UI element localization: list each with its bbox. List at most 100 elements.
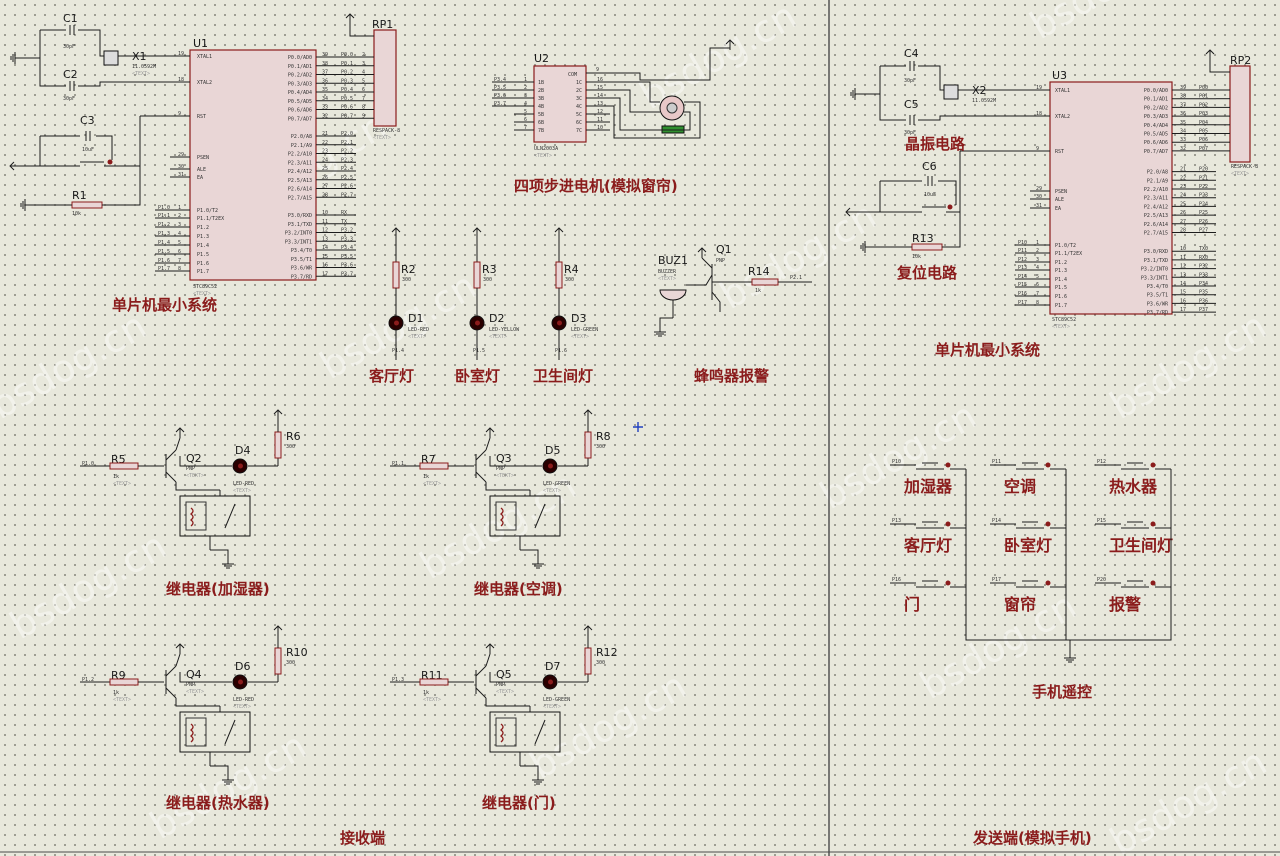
switch-contact [945, 521, 951, 527]
schematic-canvas[interactable]: bsdog.cn bsdog.cn bsdog.cn bsdog.cn bsdo… [0, 0, 1280, 856]
pin-label: P0.5/AD5 [288, 99, 312, 105]
sender-mcu-title: 单片机最小系统 [935, 341, 1040, 359]
wire [78, 81, 170, 87]
pin-label: XTAL2 [1055, 114, 1070, 120]
transistor-ref: Q3 [496, 452, 512, 465]
resistor-body [419, 462, 449, 470]
placeholder-text: <TEXT> [186, 473, 204, 479]
remote-button-7[interactable]: P16 门 [890, 577, 966, 614]
stepper-shaft [666, 102, 678, 114]
pin-label: P1.4 [1055, 277, 1067, 283]
pin-number: 5 [362, 78, 365, 84]
r13-body [911, 243, 943, 251]
light-label-bathroom: 卫生间灯 [533, 367, 593, 385]
uln-part: ULN2003A [534, 146, 558, 152]
ground-symbol [532, 558, 544, 569]
pin-label: XTAL1 [197, 54, 212, 60]
pin-label: P0.5/AD5 [1144, 132, 1168, 138]
pin-label: P0.7/AD7 [288, 116, 312, 122]
switch-contact [1045, 462, 1051, 468]
power-arrow [273, 625, 283, 636]
net-label: P1.6 [555, 348, 567, 354]
power-arrow [391, 227, 401, 238]
watermark: bsdog.cn [633, 0, 804, 118]
wire [686, 274, 713, 286]
power-arrow [485, 427, 495, 438]
watermark: bsdog.cn [813, 393, 984, 517]
pin-number: 34 [322, 96, 328, 102]
net-label: P2.1 [341, 140, 353, 146]
net-label: P0.1 [341, 61, 353, 67]
resistor-body [584, 431, 592, 459]
led-resistor-ref: R12 [596, 646, 618, 659]
remote-button-5[interactable]: P14 卧室灯 [990, 518, 1066, 555]
pin-number: 6 [524, 117, 527, 123]
pin-label: P0.1/AD1 [288, 64, 312, 70]
wire [475, 471, 487, 483]
pin-label: 7C [576, 128, 582, 134]
wire [165, 471, 177, 483]
wire [701, 257, 713, 269]
net-label: P01 [1199, 94, 1208, 100]
capacitor [909, 115, 915, 125]
pin-number: 23 [1180, 184, 1186, 190]
pin-number: 16 [1180, 298, 1186, 304]
pin-number: 38 [1180, 94, 1186, 100]
net-label: P1.4 [158, 240, 170, 246]
net-label: P0.3 [341, 78, 353, 84]
button-net-label: P11 [992, 459, 1001, 465]
net-label: P2.4 [341, 166, 353, 172]
remote-button-6[interactable]: P15 卫生间灯 [1095, 518, 1173, 555]
placeholder-text: <TEXT> [423, 481, 441, 487]
net-label: P04 [1199, 120, 1208, 126]
led-symbol [232, 458, 248, 474]
relay-label-humidifier: 继电器(加湿器) [166, 580, 270, 598]
pin-number: 17 [322, 271, 328, 277]
c1-ref: C1 [63, 12, 78, 25]
net-label: P3.7 [494, 101, 506, 107]
remote-button-4[interactable]: P13 客厅灯 [890, 518, 966, 555]
pin-number: 22 [1180, 175, 1186, 181]
power-arrow [554, 227, 564, 238]
pin-label: P2.1/A9 [291, 143, 312, 149]
transistor-value: PNP [496, 682, 505, 688]
remote-button-9[interactable]: P20 报警 [1095, 577, 1171, 614]
remote-button-2[interactable]: P11 空调 [990, 459, 1066, 496]
light-led-3[interactable]: R4300 D3 LED-GREEN<TEXT> P1.6 [551, 227, 598, 360]
rp1-body [373, 29, 397, 127]
net-label: P06 [1199, 137, 1208, 143]
mcu-u3[interactable]: U3STC89C52<TEXT>XTAL119XTAL218RST9PSEN29… [1015, 69, 1216, 330]
pin-label: P0.2/AD2 [1144, 105, 1168, 111]
pin-number: 3 [178, 222, 181, 228]
led-symbol [388, 315, 404, 331]
button-net-label: P20 [1097, 577, 1106, 583]
placeholder-text: <TEXT> [113, 697, 131, 703]
resistor-ref: R4 [564, 263, 579, 276]
pin-number: 35 [1180, 120, 1186, 126]
pin-label: 5C [576, 112, 582, 118]
c3-ref: C3 [80, 114, 95, 127]
pin-number: 38 [322, 61, 328, 67]
remote-button-3[interactable]: P12 热水器 [1095, 459, 1171, 496]
pin-number: 10 [322, 210, 328, 216]
pin-number: 1 [524, 77, 527, 83]
pin-number: 5 [1036, 274, 1039, 280]
resistor-value: 1k [423, 690, 429, 696]
pin-number: 30 [178, 164, 184, 170]
c3-value: 10uF [82, 147, 94, 153]
net-label: P3.5 [341, 254, 353, 260]
pin-number: 14 [1180, 281, 1186, 287]
wire [165, 687, 177, 699]
button-net-label: P10 [892, 459, 901, 465]
pin-label: P2.1/A9 [1147, 178, 1168, 184]
pin-label: 4B [538, 104, 544, 110]
resistor-pack-rp2[interactable]: RP2 RESPACK-8<TEXT> [1205, 49, 1258, 177]
capacitor [909, 61, 915, 71]
net-label: P34 [1199, 281, 1208, 287]
relay-label-aircon: 继电器(空调) [474, 580, 563, 598]
mcu-u1[interactable]: U1STC89C52<TEXT>XTAL119XTAL218RST9PSEN29… [155, 37, 356, 297]
relay-channel-1[interactable]: P1.0 R51k<TEXT>Q2PNP<TEXT>D4LED-RED<TEXT>… [80, 409, 301, 569]
switch-contact [1045, 580, 1051, 586]
resistor-body [109, 462, 139, 470]
net-label: P1.0 [82, 461, 94, 467]
